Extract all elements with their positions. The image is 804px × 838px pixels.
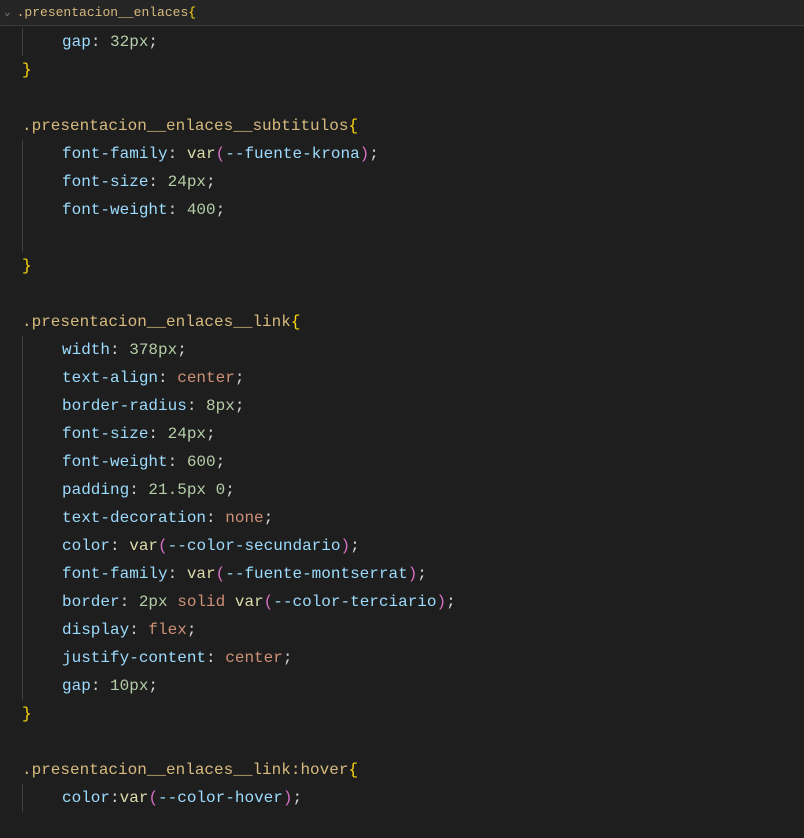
code-line[interactable]: font-weight: 600;	[22, 448, 804, 476]
code-line[interactable]: width: 378px;	[22, 336, 804, 364]
code-line[interactable]: color:var(--color-hover);	[22, 784, 804, 812]
code-line[interactable]: }	[22, 252, 804, 280]
code-line[interactable]: text-decoration: none;	[22, 504, 804, 532]
code-line[interactable]: .presentacion__enlaces__subtitulos{	[22, 112, 804, 140]
code-line[interactable]	[22, 84, 804, 112]
code-line[interactable]: font-family: var(--fuente-krona);	[22, 140, 804, 168]
chevron-down-icon: ⌄	[4, 0, 11, 27]
code-line[interactable]	[22, 280, 804, 308]
code-line[interactable]: .presentacion__enlaces__link{	[22, 308, 804, 336]
code-line[interactable]: font-size: 24px;	[22, 420, 804, 448]
code-line[interactable]	[22, 224, 804, 252]
code-line[interactable]: gap: 32px;	[22, 28, 804, 56]
breadcrumb-selector[interactable]: .presentacion__enlaces	[17, 0, 189, 27]
code-line[interactable]: text-align: center;	[22, 364, 804, 392]
code-line[interactable]: }	[22, 56, 804, 84]
code-line[interactable]: border: 2px solid var(--color-terciario)…	[22, 588, 804, 616]
code-editor[interactable]: gap: 32px;} .presentacion__enlaces__subt…	[0, 26, 804, 812]
code-line[interactable]: .presentacion__enlaces__link:hover{	[22, 756, 804, 784]
code-line[interactable]	[22, 728, 804, 756]
code-line[interactable]: padding: 21.5px 0;	[22, 476, 804, 504]
code-line[interactable]: border-radius: 8px;	[22, 392, 804, 420]
code-line[interactable]: display: flex;	[22, 616, 804, 644]
breadcrumb-bar: ⌄ .presentacion__enlaces{	[0, 0, 804, 26]
code-line[interactable]: font-size: 24px;	[22, 168, 804, 196]
code-line[interactable]: gap: 10px;	[22, 672, 804, 700]
code-line[interactable]: color: var(--color-secundario);	[22, 532, 804, 560]
code-line[interactable]: justify-content: center;	[22, 644, 804, 672]
code-line[interactable]: font-family: var(--fuente-montserrat);	[22, 560, 804, 588]
code-line[interactable]: font-weight: 400;	[22, 196, 804, 224]
code-line[interactable]: }	[22, 700, 804, 728]
